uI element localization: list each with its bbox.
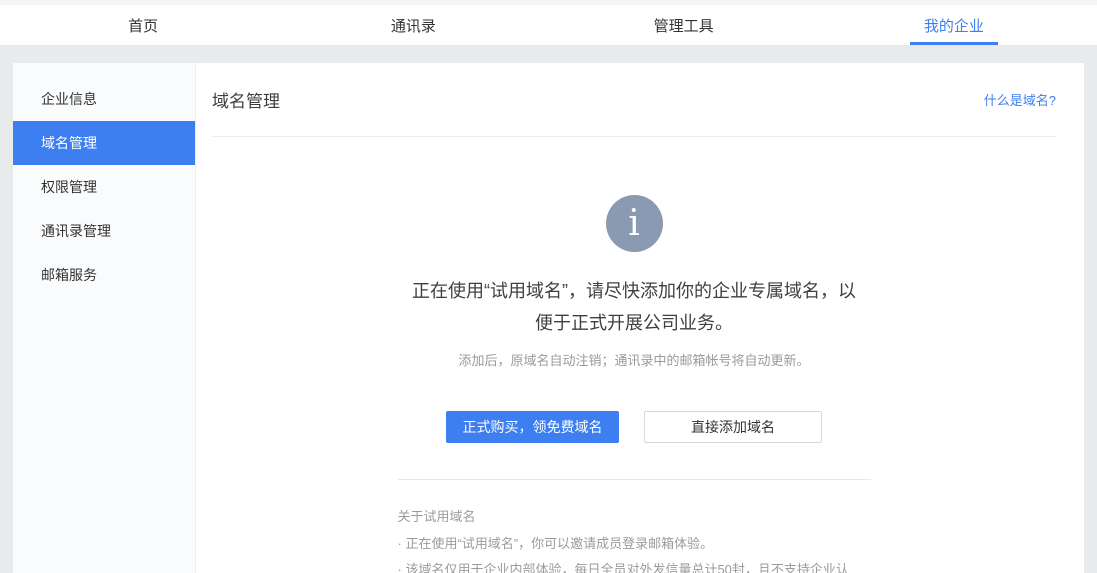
main-panel: 企业信息 域名管理 权限管理 通讯录管理 邮箱服务 域名管理 什么是域名? i … — [13, 63, 1084, 573]
nav-tab-my-enterprise[interactable]: 我的企业 — [819, 5, 1089, 45]
buy-domain-button[interactable]: 正式购买，领免费域名 — [446, 411, 619, 443]
content-header: 域名管理 什么是域名? — [212, 87, 1056, 112]
info-icon: i — [606, 195, 663, 252]
nav-tab-label: 管理工具 — [654, 15, 714, 36]
action-buttons: 正式购买，领免费域名 直接添加域名 — [212, 411, 1056, 443]
sidebar: 企业信息 域名管理 权限管理 通讯录管理 邮箱服务 — [13, 63, 196, 573]
trial-domain-notes: 关于试用域名 · 正在使用“试用域名”，你可以邀请成员登录邮箱体验。 · 该域名… — [398, 507, 871, 573]
nav-tab-admin-tools[interactable]: 管理工具 — [549, 5, 819, 45]
sidebar-item-mailbox-service[interactable]: 邮箱服务 — [13, 253, 195, 297]
info-icon-glyph: i — [628, 206, 640, 242]
nav-tab-label: 我的企业 — [924, 15, 984, 36]
trial-domain-notice: i 正在使用“试用域名”，请尽快添加你的企业专属域名，以 便于正式开展公司业务。… — [212, 137, 1056, 443]
sidebar-item-contacts-management[interactable]: 通讯录管理 — [13, 209, 195, 253]
notice-sub-message: 添加后，原域名自动注销；通讯录中的邮箱帐号将自动更新。 — [212, 350, 1056, 369]
notes-item-1: · 正在使用“试用域名”，你可以邀请成员登录邮箱体验。 — [398, 531, 871, 557]
active-tab-underline — [910, 42, 998, 45]
nav-tab-home[interactable]: 首页 — [8, 5, 278, 45]
page-title: 域名管理 — [212, 87, 280, 112]
notes-divider — [398, 479, 871, 480]
what-is-domain-link[interactable]: 什么是域名? — [984, 90, 1056, 109]
notice-message-line1: 正在使用“试用域名”，请尽快添加你的企业专属域名，以 — [212, 275, 1056, 307]
notes-item-2: · 该域名仅用于企业内部体验，每日全员对外发信量总计50封，且不支持企业认证。 — [398, 557, 871, 573]
notice-message: 正在使用“试用域名”，请尽快添加你的企业专属域名，以 便于正式开展公司业务。 — [212, 275, 1056, 339]
nav-tab-contacts[interactable]: 通讯录 — [278, 5, 548, 45]
sidebar-item-permission-management[interactable]: 权限管理 — [13, 165, 195, 209]
nav-tab-label: 首页 — [128, 15, 158, 36]
notice-message-line2: 便于正式开展公司业务。 — [212, 307, 1056, 339]
nav-tab-label: 通讯录 — [391, 15, 436, 36]
content-area: 域名管理 什么是域名? i 正在使用“试用域名”，请尽快添加你的企业专属域名，以… — [196, 63, 1084, 573]
top-navbar: 首页 通讯录 管理工具 我的企业 — [0, 5, 1097, 46]
notes-heading: 关于试用域名 — [398, 507, 871, 527]
sidebar-item-enterprise-info[interactable]: 企业信息 — [13, 77, 195, 121]
sidebar-item-domain-management[interactable]: 域名管理 — [13, 121, 195, 165]
add-domain-button[interactable]: 直接添加域名 — [644, 411, 822, 443]
